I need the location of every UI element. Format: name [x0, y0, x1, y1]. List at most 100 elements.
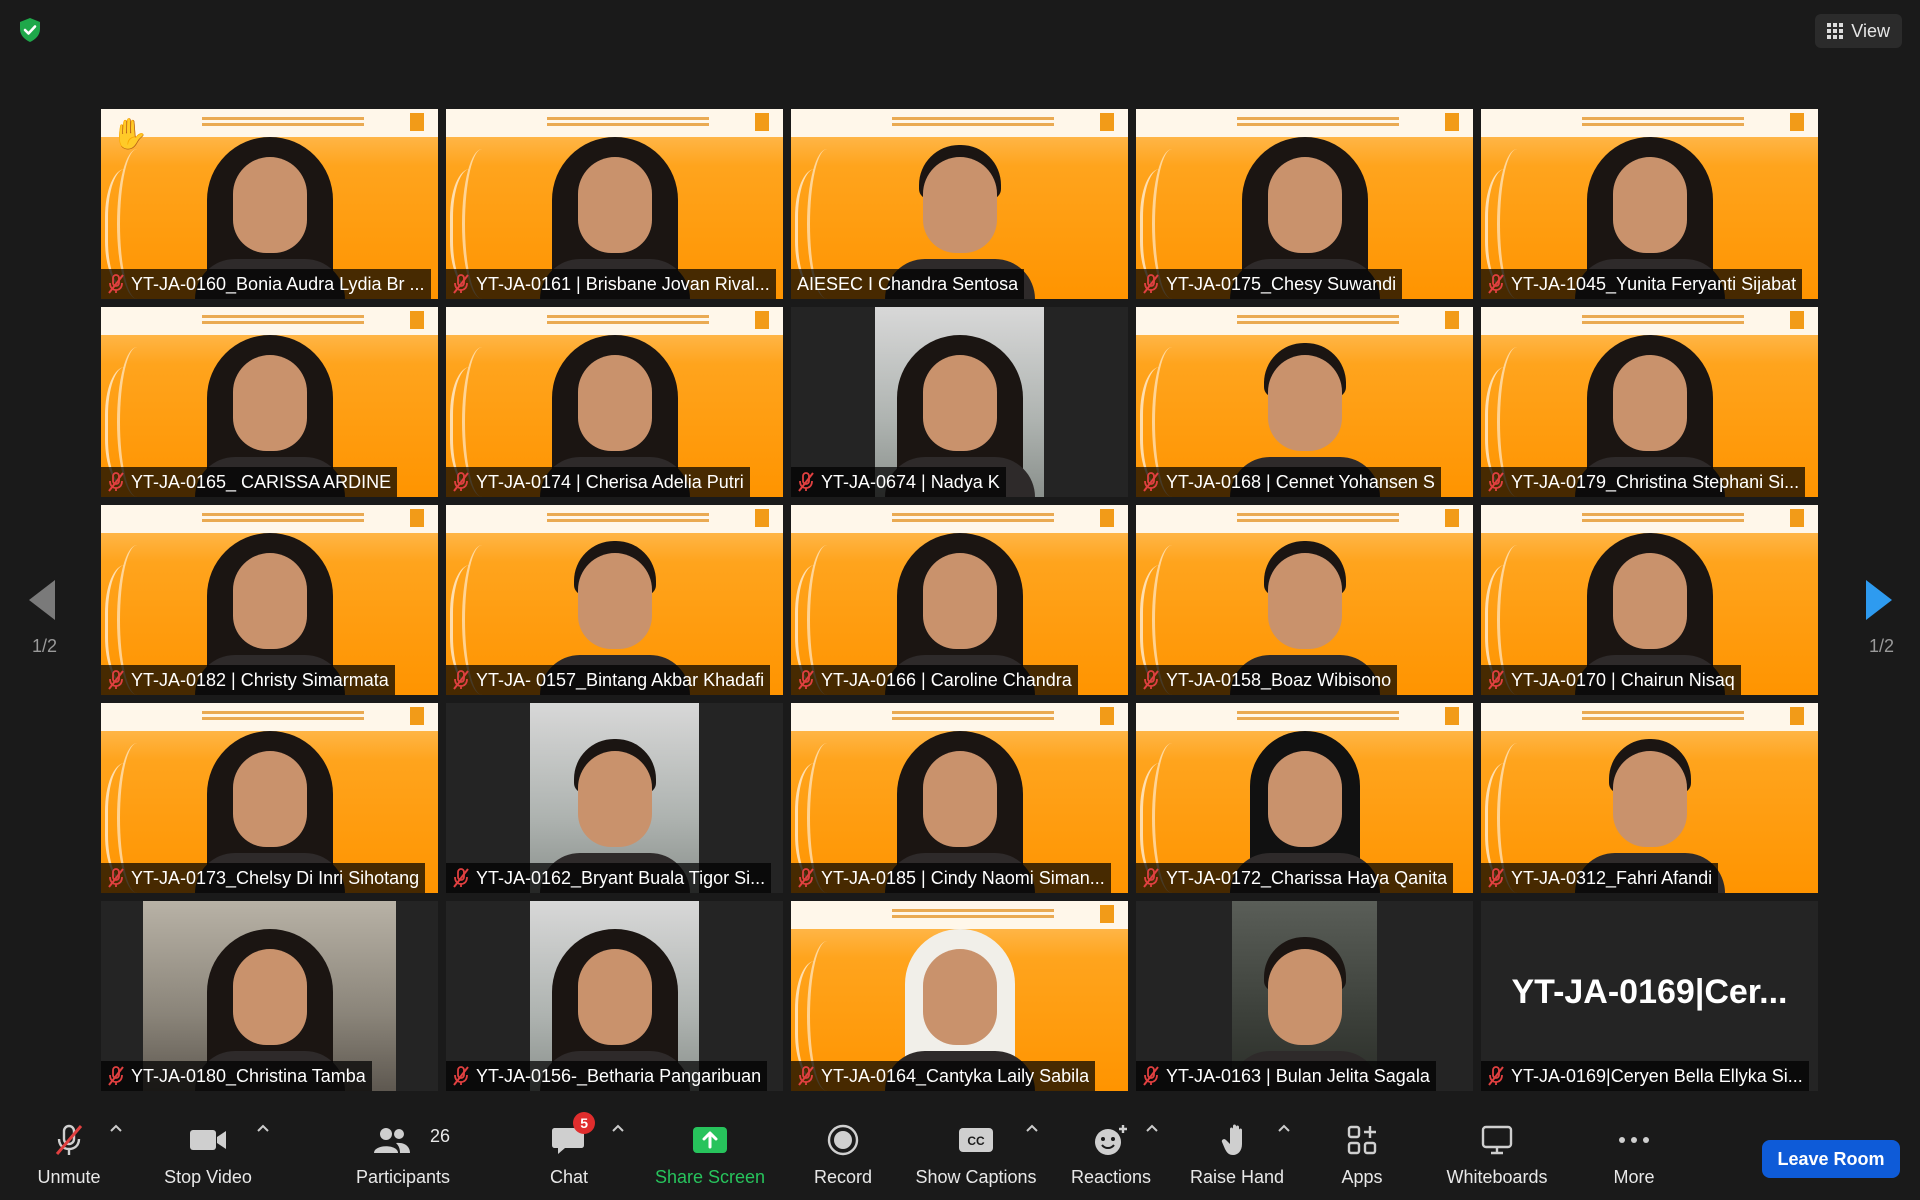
mic-muted-icon	[1488, 274, 1504, 294]
participant-tile[interactable]: YT-JA-1045_Yunita Feryanti Sijabat	[1481, 109, 1818, 299]
participant-tile[interactable]: YT-JA-0175_Chesy Suwandi	[1136, 109, 1473, 299]
previous-page-arrow-icon[interactable]	[27, 578, 57, 622]
participant-display-name: YT-JA-0169|Cer...	[1511, 973, 1788, 1011]
participant-tile[interactable]: YT-JA-0172_Charissa Haya Qanita	[1136, 703, 1473, 893]
mic-muted-icon	[453, 670, 469, 690]
participant-tile[interactable]: YT-JA-0168 | Cennet Yohansen S	[1136, 307, 1473, 497]
participant-tile[interactable]: YT-JA-0185 | Cindy Naomi Siman...	[791, 703, 1128, 893]
participant-tile[interactable]: YT-JA-0179_Christina Stephani Si...	[1481, 307, 1818, 497]
show-captions-button[interactable]: CC Show Captions	[912, 1110, 1040, 1194]
stop-video-button[interactable]: Stop Video	[154, 1110, 262, 1194]
participant-tile[interactable]: YT-JA-0674 | Nadya K	[791, 307, 1128, 497]
participant-tile[interactable]: YT-JA-0169|Cer... YT-JA-0169|Ceryen Bella…	[1481, 901, 1818, 1091]
participant-name: YT-JA-0180_Christina Tamba	[131, 1065, 366, 1086]
participant-name: YT-JA-0170 | Chairun Nisaq	[1511, 669, 1735, 690]
security-shield-icon[interactable]	[16, 16, 44, 44]
mic-muted-icon	[108, 1066, 124, 1086]
raised-hand-icon: ✋	[111, 118, 149, 151]
mic-muted-icon	[1488, 670, 1504, 690]
participant-tile[interactable]: YT-JA-0166 | Caroline Chandra	[791, 505, 1128, 695]
more-label: More	[1613, 1167, 1655, 1187]
participant-tile[interactable]: YT-JA-0174 | Cherisa Adelia Putri	[446, 307, 783, 497]
chat-options-caret-icon[interactable]	[610, 1120, 626, 1136]
mic-muted-icon	[453, 1066, 469, 1086]
participant-name-tag: YT-JA-0158_Boaz Wibisono	[1136, 665, 1398, 695]
reactions-button[interactable]: Reactions	[1066, 1110, 1156, 1194]
raise-hand-options-caret-icon[interactable]	[1276, 1120, 1292, 1136]
event-logo	[1445, 113, 1459, 131]
participant-tile[interactable]: YT-JA-0163 | Bulan Jelita Sagala	[1136, 901, 1473, 1091]
event-logo	[1100, 509, 1114, 527]
raise-hand-button[interactable]: Raise Hand	[1186, 1110, 1288, 1194]
participant-tile[interactable]: YT-JA- 0157_Bintang Akbar Khadafi	[446, 505, 783, 695]
audio-options-caret-icon[interactable]	[108, 1120, 124, 1136]
whiteboards-button[interactable]: Whiteboards	[1436, 1110, 1558, 1194]
mic-muted-icon	[108, 670, 124, 690]
participants-button[interactable]: 26 Participants	[350, 1110, 456, 1194]
stop-video-label: Stop Video	[164, 1167, 252, 1187]
event-logo	[755, 311, 769, 329]
record-label: Record	[813, 1167, 873, 1187]
reactions-options-caret-icon[interactable]	[1144, 1120, 1160, 1136]
mic-muted-icon	[108, 868, 124, 888]
record-icon	[823, 1122, 863, 1158]
participant-name: YT-JA-0160_Bonia Audra Lydia Br ...	[131, 273, 425, 294]
video-options-caret-icon[interactable]	[255, 1120, 271, 1136]
apps-button[interactable]: Apps	[1332, 1110, 1392, 1194]
more-button[interactable]: More	[1604, 1110, 1664, 1194]
participant-name-tag: YT-JA-0166 | Caroline Chandra	[791, 665, 1078, 695]
participant-tile[interactable]: YT-JA-0161 | Brisbane Jovan Rival...	[446, 109, 783, 299]
participant-tile[interactable]: YT-JA-0164_Cantyka Laily Sabila	[791, 901, 1128, 1091]
participant-tile[interactable]: AIESEC I Chandra Sentosa	[791, 109, 1128, 299]
mic-muted-icon	[1143, 274, 1159, 294]
participant-name: YT-JA-1045_Yunita Feryanti Sijabat	[1511, 273, 1797, 294]
captions-options-caret-icon[interactable]	[1024, 1120, 1040, 1136]
unmute-button[interactable]: Unmute	[24, 1110, 114, 1194]
event-logo	[1790, 707, 1804, 725]
share-screen-button[interactable]: Share Screen	[650, 1110, 770, 1194]
participant-tile[interactable]: YT-JA-0156-_Betharia Pangaribuan	[446, 901, 783, 1091]
participant-name: YT-JA-0163 | Bulan Jelita Sagala	[1166, 1065, 1430, 1086]
participant-name: YT-JA-0173_Chelsy Di Inri Sihotang	[131, 867, 420, 888]
mic-muted-icon	[1143, 1066, 1159, 1086]
participant-tile[interactable]: YT-JA-0165_ CARISSA ARDINE	[101, 307, 438, 497]
record-button[interactable]: Record	[806, 1110, 880, 1194]
page-indicator-right: 1/2	[1868, 636, 1894, 656]
mic-muted-icon	[108, 472, 124, 492]
participant-name: AIESEC I Chandra Sentosa	[797, 273, 1019, 294]
participant-tile[interactable]: YT-JA-0173_Chelsy Di Inri Sihotang	[101, 703, 438, 893]
event-logo	[410, 509, 424, 527]
chat-label: Chat	[549, 1167, 589, 1187]
participant-tile[interactable]: YT-JA-0180_Christina Tamba	[101, 901, 438, 1091]
grid-view-icon	[1827, 23, 1844, 39]
participant-tile[interactable]: YT-JA-0170 | Chairun Nisaq	[1481, 505, 1818, 695]
chat-button[interactable]: 5 Chat	[534, 1110, 604, 1194]
unmute-label: Unmute	[37, 1167, 101, 1187]
view-button[interactable]: View	[1815, 14, 1902, 48]
participant-name-tag: YT-JA-0173_Chelsy Di Inri Sihotang	[101, 863, 426, 893]
participant-tile[interactable]: YT-JA-0162_Bryant Buala Tigor Si...	[446, 703, 783, 893]
participant-tile[interactable]: ✋ YT-JA-0160_Bonia Audra Lydia Br ...	[101, 109, 438, 299]
event-logo	[755, 509, 769, 527]
participant-name-tag: YT-JA-0170 | Chairun Nisaq	[1481, 665, 1741, 695]
participant-name-tag: YT-JA-0180_Christina Tamba	[101, 1061, 372, 1091]
participant-tile[interactable]: YT-JA-0312_Fahri Afandi	[1481, 703, 1818, 893]
participant-name: YT-JA-0179_Christina Stephani Si...	[1511, 471, 1800, 492]
participant-name: YT-JA-0166 | Caroline Chandra	[821, 669, 1072, 690]
participant-name-tag: YT-JA-0174 | Cherisa Adelia Putri	[446, 467, 750, 497]
participant-tile[interactable]: YT-JA-0158_Boaz Wibisono	[1136, 505, 1473, 695]
next-page-arrow-icon[interactable]	[1864, 578, 1894, 622]
event-logo	[1100, 905, 1114, 923]
mic-muted-icon	[1488, 472, 1504, 492]
mic-muted-icon	[453, 274, 469, 294]
event-logo	[755, 113, 769, 131]
event-logo	[410, 707, 424, 725]
participant-tile[interactable]: YT-JA-0182 | Christy Simarmata	[101, 505, 438, 695]
participant-name: YT-JA-0185 | Cindy Naomi Siman...	[821, 867, 1105, 888]
event-logo	[410, 311, 424, 329]
event-logo	[1100, 707, 1114, 725]
participant-name: YT-JA-0162_Bryant Buala Tigor Si...	[476, 867, 766, 888]
leave-room-button[interactable]: Leave Room	[1762, 1140, 1900, 1178]
show-captions-label: Show Captions	[915, 1167, 1037, 1187]
participant-name-tag: YT-JA-0175_Chesy Suwandi	[1136, 269, 1403, 299]
